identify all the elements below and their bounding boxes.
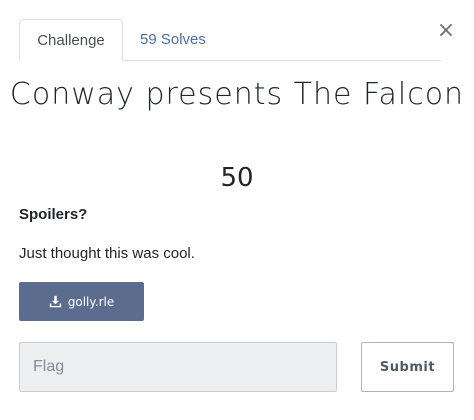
file-label: golly.rle [67, 294, 115, 309]
flag-input[interactable] [19, 342, 337, 392]
tab-bar: Challenge 59 Solves [19, 19, 441, 62]
download-icon [49, 295, 61, 308]
challenge-modal: × Challenge 59 Solves Conway presents Th… [0, 0, 474, 420]
download-file-button[interactable]: golly.rle [19, 282, 144, 321]
tab-challenge[interactable]: Challenge [19, 19, 123, 62]
tab-solves[interactable]: 59 Solves [140, 19, 206, 61]
description-text: Just thought this was cool. [19, 245, 195, 262]
challenge-value: 50 [220, 163, 254, 193]
description-heading: Spoilers? [19, 206, 88, 223]
submit-button[interactable]: Submit [361, 342, 454, 392]
challenge-title: Conway presents The Falcon [9, 77, 465, 112]
